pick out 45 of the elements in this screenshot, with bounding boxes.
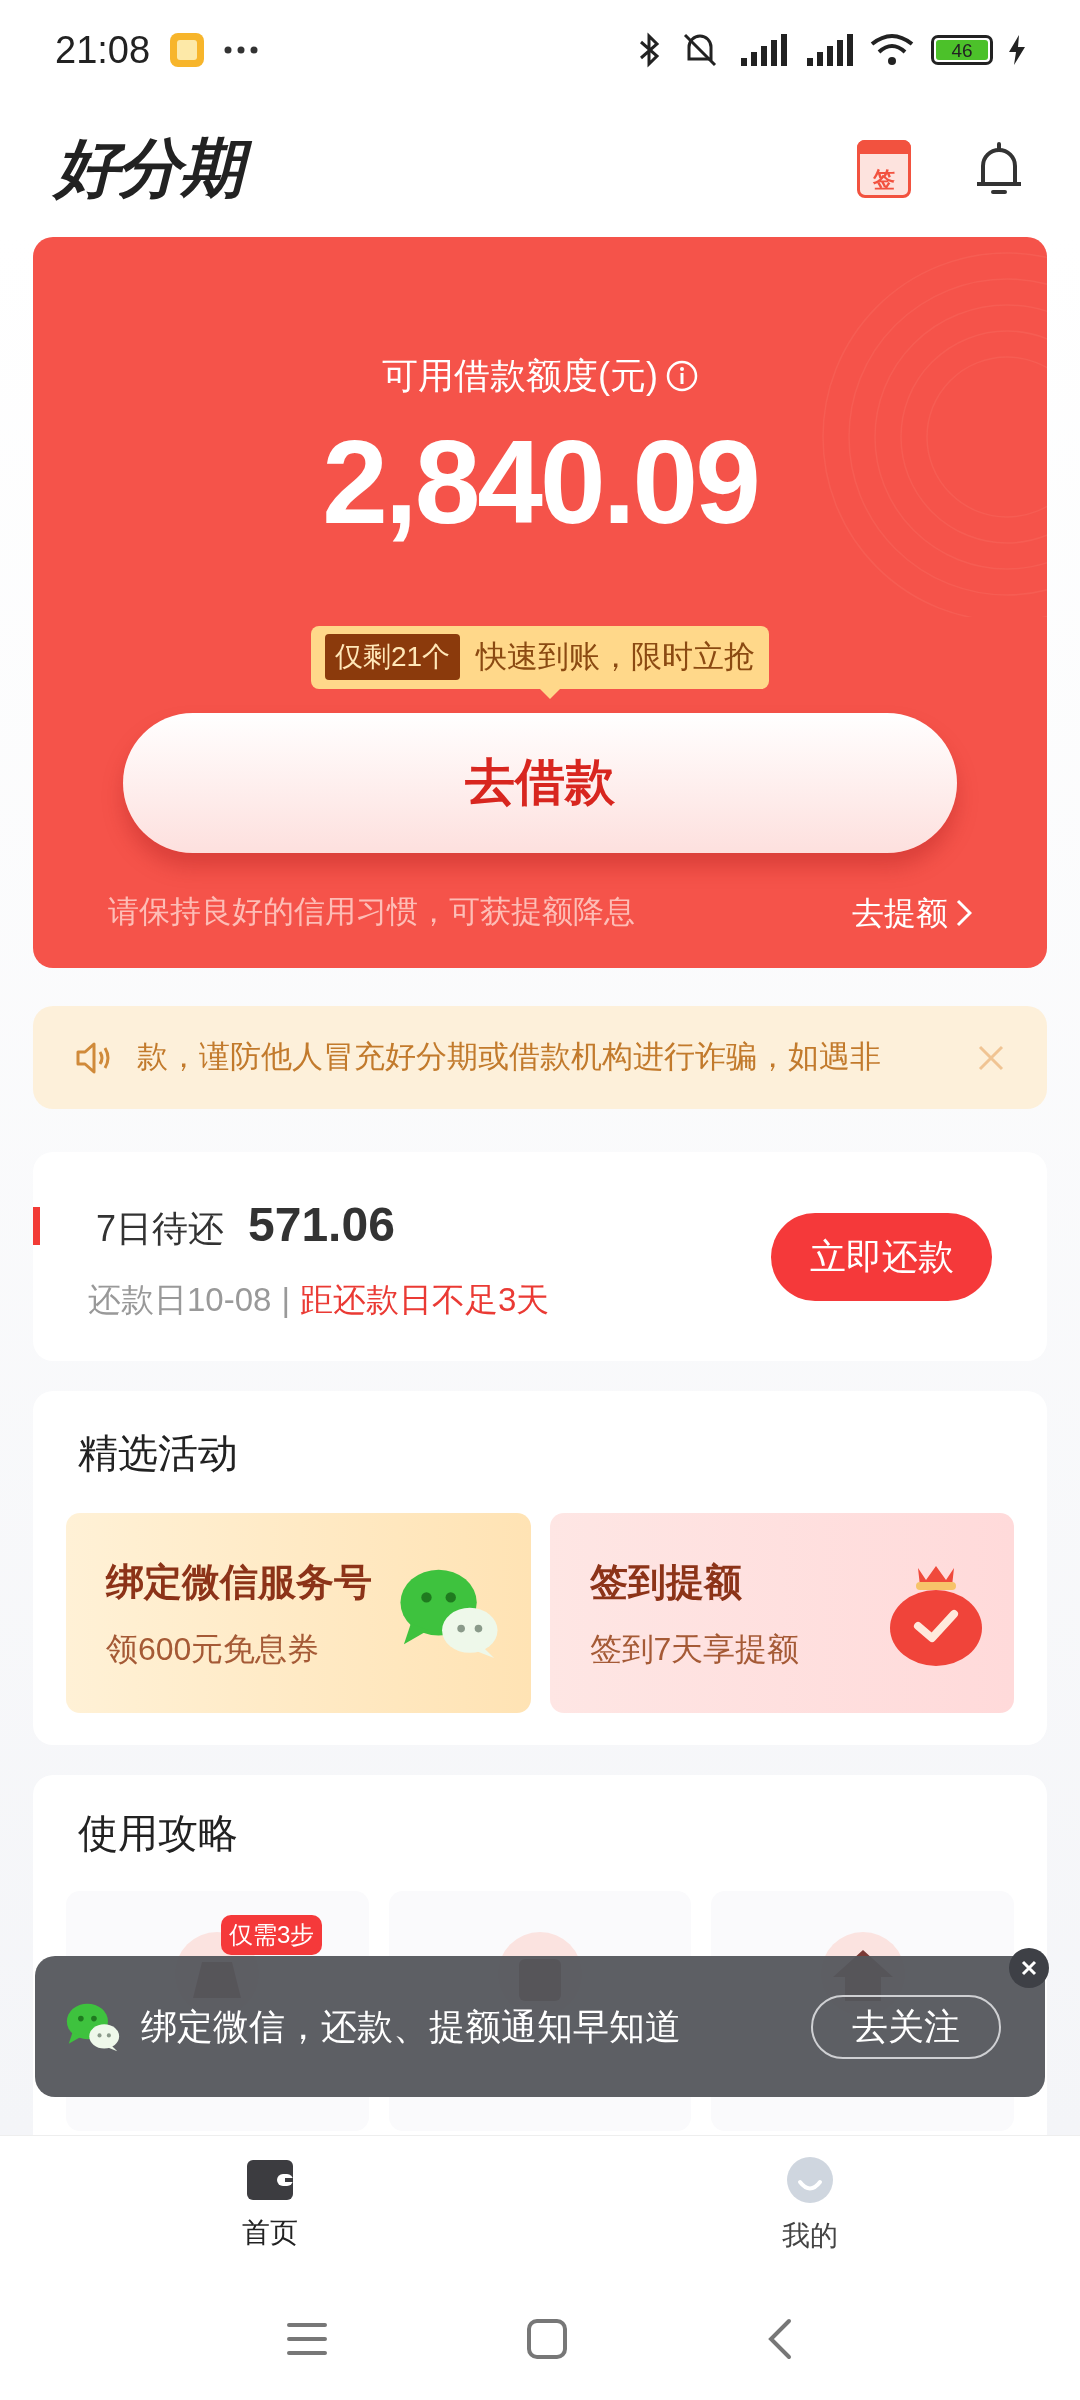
- section-title: 使用攻略: [78, 1810, 239, 1857]
- tab-item[interactable]: 首页: [0, 2136, 540, 2277]
- due-date: 还款日10-08: [88, 1279, 272, 1320]
- more-icon: [224, 46, 259, 54]
- activity-title: 绑定微信服务号: [106, 1559, 372, 1605]
- face-icon: [787, 2156, 833, 2203]
- activity-subtitle: 领600元免息券: [106, 1629, 321, 1669]
- chevron-right-icon: [956, 898, 972, 927]
- info-icon[interactable]: [666, 360, 698, 392]
- stock-badge: 仅剩21个: [324, 634, 461, 681]
- tab-label: 我的: [782, 2218, 838, 2253]
- credit-limit-amount: 2,840.09: [322, 423, 758, 541]
- toast-text: 绑定微信，还款、提额通知早知道: [141, 2004, 682, 2049]
- back-icon[interactable]: [767, 2317, 793, 2360]
- activity-tile[interactable]: 签到提额 签到7天享提额: [549, 1513, 1014, 1713]
- wifi-icon: [869, 32, 915, 68]
- promo-text: 快速到账，限时立抢: [476, 638, 756, 676]
- borrow-button[interactable]: 去借款: [123, 712, 957, 853]
- steps-badge: 仅需3步: [221, 1915, 323, 1955]
- wallet-icon: [247, 2159, 293, 2200]
- close-button[interactable]: [1009, 1948, 1049, 1988]
- repay-button[interactable]: 立即还款: [771, 1212, 992, 1301]
- raise-limit-link[interactable]: 去提额: [852, 888, 972, 937]
- due-title: 7日待还: [96, 1206, 225, 1251]
- activity-subtitle: 签到7天享提额: [589, 1629, 800, 1669]
- due-amount: 571.06: [248, 1196, 395, 1253]
- home-icon[interactable]: [527, 2318, 567, 2359]
- tab-item[interactable]: 我的: [540, 2136, 1080, 2277]
- section-title: 精选活动: [78, 1430, 239, 1477]
- activity-tile[interactable]: 绑定微信服务号 领600元免息券: [66, 1513, 531, 1713]
- battery-level: 46: [951, 40, 973, 60]
- credit-limit-label: 可用借款额度(元): [382, 354, 658, 398]
- activity-title: 签到提额: [589, 1559, 743, 1605]
- separator: |: [281, 1279, 290, 1320]
- close-icon: [1021, 1960, 1037, 1976]
- clock-time: 21:08: [55, 27, 151, 73]
- credit-hint: 请保持良好的信用习惯，可获提额降息: [108, 893, 635, 932]
- due-warning: 距还款日不足3天: [300, 1279, 550, 1320]
- notes-app-icon: [170, 33, 205, 67]
- notice-text: 款，谨防他人冒充好分期或借款机构进行诈骗，如遇非: [137, 1038, 882, 1077]
- follow-button[interactable]: 去关注: [811, 1994, 1001, 2059]
- charging-icon: [1009, 35, 1025, 65]
- accent-bar: [33, 1207, 40, 1245]
- tab-label: 首页: [242, 2215, 298, 2250]
- menu-icon[interactable]: [287, 2320, 327, 2357]
